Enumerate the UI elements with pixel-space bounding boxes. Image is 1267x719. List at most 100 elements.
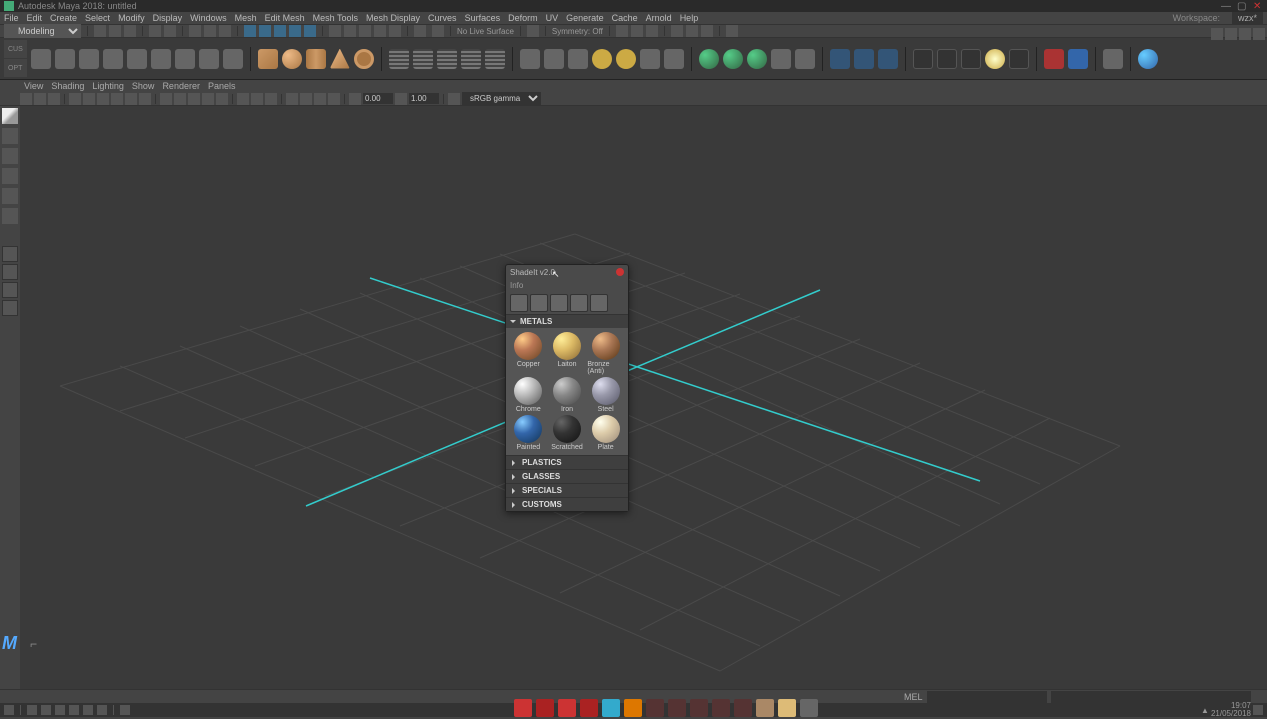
menu-display[interactable]: Display — [153, 13, 183, 23]
shelf-merge-icon[interactable] — [640, 49, 660, 69]
shelf-bridge-icon[interactable] — [568, 49, 588, 69]
menu-meshtools[interactable]: Mesh Tools — [313, 13, 358, 23]
menu-file[interactable]: File — [4, 13, 19, 23]
toggle-tool-icon[interactable] — [1239, 28, 1251, 40]
shelf-mesh3-icon[interactable] — [485, 49, 505, 69]
shadeit-tool-remove-icon[interactable] — [550, 294, 568, 312]
live-surface-label[interactable]: No Live Surface — [457, 27, 514, 36]
file-new-icon[interactable] — [94, 25, 106, 37]
magnet-icon[interactable] — [432, 25, 444, 37]
tb-app-icon[interactable] — [558, 699, 576, 717]
pt-wire-icon[interactable] — [160, 93, 172, 105]
menu-windows[interactable]: Windows — [190, 13, 227, 23]
viewport[interactable] — [20, 106, 1267, 694]
panel-panels[interactable]: Panels — [208, 81, 236, 91]
render-icon[interactable] — [616, 25, 628, 37]
snap-live-icon[interactable] — [389, 25, 401, 37]
tb-app-icon[interactable] — [734, 699, 752, 717]
shelf-export-icon[interactable] — [1103, 49, 1123, 69]
snap-grid-icon[interactable] — [329, 25, 341, 37]
panel-view[interactable]: View — [24, 81, 43, 91]
tb-app-icon[interactable] — [646, 699, 664, 717]
tool-move-icon[interactable] — [2, 168, 18, 184]
shelf-renderview-icon[interactable] — [937, 49, 957, 69]
shelf-tools-icon[interactable] — [223, 49, 243, 69]
shadeit-header-glasses[interactable]: GLASSES — [506, 470, 628, 483]
pt-exposure-icon[interactable] — [349, 93, 361, 105]
tb-app-icon[interactable] — [690, 699, 708, 717]
shelf-align-icon[interactable] — [175, 49, 195, 69]
panel-toggle-2-icon[interactable] — [686, 25, 698, 37]
layout-two-icon[interactable] — [2, 282, 18, 298]
tray-icon[interactable]: ▲ — [1201, 706, 1209, 715]
shadeit-material-steel[interactable]: Steel — [587, 377, 624, 413]
tool-rotate-icon[interactable] — [2, 188, 18, 204]
shadeit-tool-select-icon[interactable] — [530, 294, 548, 312]
shadeit-titlebar[interactable]: ShadeIt v2.0 ↖ — [506, 265, 628, 279]
shelf-extrude-icon[interactable] — [520, 49, 540, 69]
shelf-cube-icon[interactable] — [258, 49, 278, 69]
file-open-icon[interactable] — [109, 25, 121, 37]
snap-curve-icon[interactable] — [344, 25, 356, 37]
shelf-globe-icon[interactable] — [1138, 49, 1158, 69]
shelf-mirror-icon[interactable] — [830, 49, 850, 69]
shadeit-material-iron[interactable]: Iron — [549, 377, 586, 413]
tb-app-icon[interactable] — [514, 699, 532, 717]
pt-2d-icon[interactable] — [83, 93, 95, 105]
shadeit-material-laiton[interactable]: Laiton — [549, 332, 586, 375]
pt-isolate-icon[interactable] — [237, 93, 249, 105]
tb-icon[interactable] — [69, 705, 79, 715]
pt-shaded-icon[interactable] — [174, 93, 186, 105]
toggle-attr-icon[interactable] — [1225, 28, 1237, 40]
shelf-bevel-icon[interactable] — [544, 49, 564, 69]
pt-lock-cam-icon[interactable] — [34, 93, 46, 105]
workspace-selector[interactable]: wzx* — [1232, 12, 1263, 24]
snap-point-icon[interactable] — [359, 25, 371, 37]
pt-colorspace-select[interactable]: sRGB gamma — [462, 92, 541, 105]
shadeit-header-plastics[interactable]: PLASTICS — [506, 456, 628, 469]
menu-modify[interactable]: Modify — [118, 13, 145, 23]
close-button[interactable]: ✕ — [1253, 1, 1263, 11]
shelf-separate-icon[interactable] — [616, 49, 636, 69]
tb-app-icon[interactable] — [536, 699, 554, 717]
menu-arnold[interactable]: Arnold — [646, 13, 672, 23]
notification-icon[interactable] — [1253, 705, 1263, 715]
menu-editmesh[interactable]: Edit Mesh — [265, 13, 305, 23]
shadeit-tool-preview-icon[interactable] — [570, 294, 588, 312]
pt-textured-icon[interactable] — [188, 93, 200, 105]
layout-four-icon[interactable] — [2, 264, 18, 280]
shelf-torus-icon[interactable] — [354, 49, 374, 69]
shelf-render-icon[interactable] — [913, 49, 933, 69]
symmetry-label[interactable]: Symmetry: Off — [552, 27, 603, 36]
sel-multi-icon[interactable] — [304, 25, 316, 37]
render-settings-icon[interactable] — [646, 25, 658, 37]
tb-icon[interactable] — [27, 705, 37, 715]
tb-app-icon[interactable] — [800, 699, 818, 717]
shadeit-material-painted[interactable]: Painted — [510, 415, 547, 451]
panel-toggle-1-icon[interactable] — [671, 25, 683, 37]
tb-icon[interactable] — [120, 705, 130, 715]
panel-lighting[interactable]: Lighting — [92, 81, 124, 91]
shelf-quick-icon[interactable] — [151, 49, 171, 69]
shelf-light-icon[interactable] — [985, 49, 1005, 69]
shelf-cylinder-icon[interactable] — [306, 49, 326, 69]
shelf-tab-custom[interactable]: CUS — [4, 40, 27, 58]
tb-folder-icon[interactable] — [778, 699, 796, 717]
shelf-tabs[interactable]: CUS OPT — [4, 38, 27, 79]
menu-deform[interactable]: Deform — [508, 13, 538, 23]
menu-create[interactable]: Create — [50, 13, 77, 23]
start-icon[interactable] — [4, 705, 14, 715]
maximize-button[interactable]: ▢ — [1237, 1, 1247, 11]
shelf-redo-icon[interactable] — [1068, 49, 1088, 69]
pt-exposure-input[interactable] — [363, 93, 393, 104]
pt-grid-icon[interactable] — [97, 93, 109, 105]
pt-vt-icon[interactable] — [448, 93, 460, 105]
shelf-reduce-icon[interactable] — [795, 49, 815, 69]
tb-app-icon[interactable] — [624, 699, 642, 717]
shelf-pivot-icon[interactable] — [199, 49, 219, 69]
tb-app-icon[interactable] — [668, 699, 686, 717]
mode-selector[interactable]: Modeling — [4, 24, 81, 38]
redo-icon[interactable] — [164, 25, 176, 37]
shelf-bool2-icon[interactable] — [723, 49, 743, 69]
menu-uv[interactable]: UV — [546, 13, 559, 23]
